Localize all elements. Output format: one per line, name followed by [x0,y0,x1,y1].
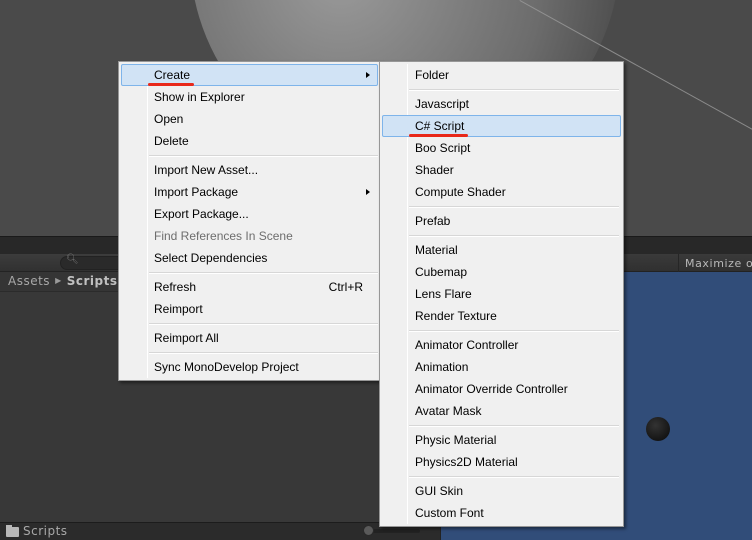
menu-item-label: Import Package [154,185,239,199]
menu-item-label: Delete [154,134,189,148]
menu-item-reimport[interactable]: Reimport [121,298,378,320]
menu-item-avatar-mask[interactable]: Avatar Mask [382,400,621,422]
menu-item-export-package[interactable]: Export Package... [121,203,378,225]
slider-knob[interactable] [363,525,374,536]
breadcrumb-separator-icon: ▶ [55,276,62,285]
menu-item-label: Export Package... [154,207,249,221]
menu-item-c-script[interactable]: C# Script [382,115,621,137]
menu-item-render-texture[interactable]: Render Texture [382,305,621,327]
menu-item-lens-flare[interactable]: Lens Flare [382,283,621,305]
menu-separator [121,320,378,327]
menu-item-label: Prefab [415,214,451,228]
menu-item-custom-font[interactable]: Custom Font [382,502,621,524]
menu-item-label: Physics2D Material [415,455,518,469]
submenu-arrow-icon [366,189,370,195]
menu-separator [382,473,621,480]
breadcrumb-scripts[interactable]: Scripts [67,274,118,288]
menu-item-cubemap[interactable]: Cubemap [382,261,621,283]
menu-item-label: Reimport All [154,331,219,345]
menu-item-open[interactable]: Open [121,108,378,130]
footer-folder-label: Scripts [23,524,68,538]
folder-icon [6,525,19,537]
menu-separator [121,269,378,276]
menu-separator [382,327,621,334]
menu-item-label: Avatar Mask [415,404,482,418]
menu-item-label: Compute Shader [415,185,506,199]
menu-item-label: Lens Flare [415,287,472,301]
submenu-arrow-icon [366,72,370,78]
menu-item-label: Show in Explorer [154,90,245,104]
menu-item-import-new-asset[interactable]: Import New Asset... [121,159,378,181]
menu-item-material[interactable]: Material [382,239,621,261]
menu-item-folder[interactable]: Folder [382,64,621,86]
menu-item-label: Folder [415,68,450,82]
menu-item-import-package[interactable]: Import Package [121,181,378,203]
menu-item-reimport-all[interactable]: Reimport All [121,327,378,349]
menu-item-animator-controller[interactable]: Animator Controller [382,334,621,356]
menu-item-boo-script[interactable]: Boo Script [382,137,621,159]
shortcut-label: Ctrl+R [328,280,363,294]
menu-item-physic-material[interactable]: Physic Material [382,429,621,451]
menu-item-label: Material [415,243,458,257]
menu-item-select-dependencies[interactable]: Select Dependencies [121,247,378,269]
maximize-on-play-button[interactable]: Maximize on Play [678,254,752,272]
menu-separator [382,203,621,210]
menu-item-label: Refresh [154,280,197,294]
project-footer: Scripts [0,522,440,540]
menu-item-label: Find References In Scene [154,229,293,243]
menu-item-label: Animator Override Controller [415,382,568,396]
menu-item-label: Shader [415,163,454,177]
menu-item-label: Cubemap [415,265,468,279]
icon-size-slider[interactable] [363,525,420,536]
menu-item-animator-override-controller[interactable]: Animator Override Controller [382,378,621,400]
search-icon: 🔍︎ [66,254,79,265]
create-submenu: Folder Javascript C# Script Boo Script Shade… [379,61,624,527]
menu-item-label: Reimport [154,302,203,316]
menu-item-physics2d-material[interactable]: Physics2D Material [382,451,621,473]
menu-separator [121,349,378,356]
menu-item-refresh[interactable]: Refresh Ctrl+R [121,276,378,298]
menu-separator [382,232,621,239]
menu-separator [382,86,621,93]
context-menu: Create Show in Explorer Open Delete Import N… [118,61,381,381]
menu-item-label: Animation [415,360,469,374]
menu-item-label: Open [154,112,184,126]
menu-item-label: Select Dependencies [154,251,268,265]
menu-separator [121,152,378,159]
menu-separator [382,422,621,429]
menu-item-animation[interactable]: Animation [382,356,621,378]
menu-item-compute-shader[interactable]: Compute Shader [382,181,621,203]
menu-item-delete[interactable]: Delete [121,130,378,152]
menu-item-label: GUI Skin [415,484,464,498]
menu-item-label: Render Texture [415,309,497,323]
menu-item-label: Animator Controller [415,338,519,352]
menu-item-sync-monodevelop-project[interactable]: Sync MonoDevelop Project [121,356,378,378]
menu-item-gui-skin[interactable]: GUI Skin [382,480,621,502]
menu-item-find-references-in-scene: Find References In Scene [121,225,378,247]
menu-item-create[interactable]: Create [121,64,378,86]
menu-item-show-in-explorer[interactable]: Show in Explorer [121,86,378,108]
breadcrumb-assets[interactable]: Assets [8,274,50,288]
menu-item-label: Custom Font [415,506,484,520]
menu-item-label: Javascript [415,97,470,111]
menu-item-label: Boo Script [415,141,471,155]
menu-item-label: Import New Asset... [154,163,259,177]
menu-item-label: Sync MonoDevelop Project [154,360,299,374]
menu-item-javascript[interactable]: Javascript [382,93,621,115]
menu-item-prefab[interactable]: Prefab [382,210,621,232]
menu-item-label: Physic Material [415,433,497,447]
ball-object [646,417,670,441]
menu-item-shader[interactable]: Shader [382,159,621,181]
